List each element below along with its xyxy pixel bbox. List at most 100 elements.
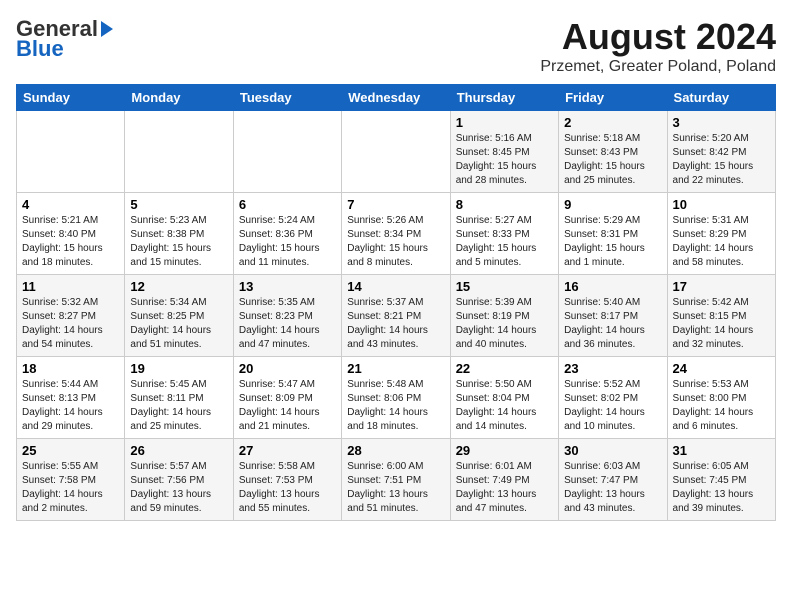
day-details: Sunrise: 5:31 AM Sunset: 8:29 PM Dayligh… [673, 214, 770, 270]
calendar-cell: 22 Sunrise: 5:50 AM Sunset: 8:04 PM Dayli… [450, 357, 558, 439]
calendar-week-row: 11 Sunrise: 5:32 AM Sunset: 8:27 PM Dayli… [17, 275, 776, 357]
col-header-saturday: Saturday [667, 85, 775, 111]
calendar-cell: 7Sunrise: 5:26 AM Sunset: 8:34 PM Daylig… [342, 193, 450, 275]
day-details: Sunrise: 5:52 AM Sunset: 8:02 PM Dayligh… [564, 378, 661, 434]
day-number: 29 [456, 443, 553, 458]
month-year-title: August 2024 [540, 16, 776, 58]
calendar-cell: 11 Sunrise: 5:32 AM Sunset: 8:27 PM Dayli… [17, 275, 125, 357]
day-number: 27 [239, 443, 336, 458]
day-number: 12 [130, 279, 227, 294]
calendar-cell: 25 Sunrise: 5:55 AM Sunset: 7:58 PM Dayli… [17, 439, 125, 521]
day-number: 28 [347, 443, 444, 458]
calendar-cell: 10 Sunrise: 5:31 AM Sunset: 8:29 PM Dayli… [667, 193, 775, 275]
calendar-cell: 6 Sunrise: 5:24 AM Sunset: 8:36 PM Daylig… [233, 193, 341, 275]
calendar-cell: 16 Sunrise: 5:40 AM Sunset: 8:17 PM Dayli… [559, 275, 667, 357]
day-number: 3 [673, 115, 770, 130]
day-details: Sunrise: 5:40 AM Sunset: 8:17 PM Dayligh… [564, 296, 661, 352]
title-block: August 2024 Przemet, Greater Poland, Pol… [540, 16, 776, 76]
calendar-cell: 9 Sunrise: 5:29 AM Sunset: 8:31 PM Daylig… [559, 193, 667, 275]
day-details: Sunrise: 5:18 AM Sunset: 8:43 PM Dayligh… [564, 132, 661, 188]
day-details: Sunrise: 5:53 AM Sunset: 8:00 PM Dayligh… [673, 378, 770, 434]
calendar-cell: 5 Sunrise: 5:23 AM Sunset: 8:38 PM Daylig… [125, 193, 233, 275]
day-details: Sunrise: 5:42 AM Sunset: 8:15 PM Dayligh… [673, 296, 770, 352]
day-details: Sunrise: 5:27 AM Sunset: 8:33 PM Dayligh… [456, 214, 553, 270]
day-number: 22 [456, 361, 553, 376]
logo-arrow-icon [99, 19, 115, 39]
day-number: 4 [22, 197, 119, 212]
day-details: Sunrise: 5:44 AM Sunset: 8:13 PM Dayligh… [22, 378, 119, 434]
day-details: Sunrise: 6:03 AM Sunset: 7:47 PM Dayligh… [564, 460, 661, 516]
day-number: 26 [130, 443, 227, 458]
day-number: 5 [130, 197, 227, 212]
calendar-week-row: 18 Sunrise: 5:44 AM Sunset: 8:13 PM Dayli… [17, 357, 776, 439]
day-number: 10 [673, 197, 770, 212]
day-details: Sunrise: 5:48 AM Sunset: 8:06 PM Dayligh… [347, 378, 444, 434]
day-number: 9 [564, 197, 661, 212]
day-details: Sunrise: 5:57 AM Sunset: 7:56 PM Dayligh… [130, 460, 227, 516]
day-number: 8 [456, 197, 553, 212]
calendar-cell: 2Sunrise: 5:18 AM Sunset: 8:43 PM Daylig… [559, 111, 667, 193]
day-details: Sunrise: 6:01 AM Sunset: 7:49 PM Dayligh… [456, 460, 553, 516]
col-header-thursday: Thursday [450, 85, 558, 111]
day-number: 7 [347, 197, 444, 212]
calendar-cell [17, 111, 125, 193]
day-details: Sunrise: 5:29 AM Sunset: 8:31 PM Dayligh… [564, 214, 661, 270]
day-details: Sunrise: 5:32 AM Sunset: 8:27 PM Dayligh… [22, 296, 119, 352]
calendar-cell [125, 111, 233, 193]
day-details: Sunrise: 5:24 AM Sunset: 8:36 PM Dayligh… [239, 214, 336, 270]
day-number: 24 [673, 361, 770, 376]
calendar-cell: 29 Sunrise: 6:01 AM Sunset: 7:49 PM Dayli… [450, 439, 558, 521]
day-number: 16 [564, 279, 661, 294]
calendar-cell: 27 Sunrise: 5:58 AM Sunset: 7:53 PM Dayli… [233, 439, 341, 521]
col-header-monday: Monday [125, 85, 233, 111]
calendar-table: SundayMondayTuesdayWednesdayThursdayFrid… [16, 84, 776, 521]
day-number: 17 [673, 279, 770, 294]
calendar-cell: 21 Sunrise: 5:48 AM Sunset: 8:06 PM Dayli… [342, 357, 450, 439]
day-number: 6 [239, 197, 336, 212]
calendar-cell: 28 Sunrise: 6:00 AM Sunset: 7:51 PM Dayli… [342, 439, 450, 521]
day-number: 21 [347, 361, 444, 376]
calendar-week-row: 1Sunrise: 5:16 AM Sunset: 8:45 PM Daylig… [17, 111, 776, 193]
calendar-cell: 31 Sunrise: 6:05 AM Sunset: 7:45 PM Dayli… [667, 439, 775, 521]
day-number: 14 [347, 279, 444, 294]
col-header-tuesday: Tuesday [233, 85, 341, 111]
day-details: Sunrise: 5:55 AM Sunset: 7:58 PM Dayligh… [22, 460, 119, 516]
day-number: 31 [673, 443, 770, 458]
logo: General Blue [16, 16, 116, 62]
calendar-cell: 26 Sunrise: 5:57 AM Sunset: 7:56 PM Dayli… [125, 439, 233, 521]
day-details: Sunrise: 5:39 AM Sunset: 8:19 PM Dayligh… [456, 296, 553, 352]
day-number: 30 [564, 443, 661, 458]
calendar-cell: 19 Sunrise: 5:45 AM Sunset: 8:11 PM Dayli… [125, 357, 233, 439]
calendar-cell [233, 111, 341, 193]
calendar-cell: 3 Sunrise: 5:20 AM Sunset: 8:42 PM Daylig… [667, 111, 775, 193]
calendar-cell: 14 Sunrise: 5:37 AM Sunset: 8:21 PM Dayli… [342, 275, 450, 357]
calendar-cell: 8 Sunrise: 5:27 AM Sunset: 8:33 PM Daylig… [450, 193, 558, 275]
day-number: 25 [22, 443, 119, 458]
day-details: Sunrise: 5:45 AM Sunset: 8:11 PM Dayligh… [130, 378, 227, 434]
col-header-sunday: Sunday [17, 85, 125, 111]
day-details: Sunrise: 5:37 AM Sunset: 8:21 PM Dayligh… [347, 296, 444, 352]
day-details: Sunrise: 5:23 AM Sunset: 8:38 PM Dayligh… [130, 214, 227, 270]
day-details: Sunrise: 5:50 AM Sunset: 8:04 PM Dayligh… [456, 378, 553, 434]
day-number: 19 [130, 361, 227, 376]
calendar-header-row: SundayMondayTuesdayWednesdayThursdayFrid… [17, 85, 776, 111]
day-details: Sunrise: 5:20 AM Sunset: 8:42 PM Dayligh… [673, 132, 770, 188]
calendar-week-row: 4 Sunrise: 5:21 AM Sunset: 8:40 PM Daylig… [17, 193, 776, 275]
day-number: 23 [564, 361, 661, 376]
day-details: Sunrise: 5:35 AM Sunset: 8:23 PM Dayligh… [239, 296, 336, 352]
day-number: 18 [22, 361, 119, 376]
calendar-cell: 23 Sunrise: 5:52 AM Sunset: 8:02 PM Dayli… [559, 357, 667, 439]
day-details: Sunrise: 5:34 AM Sunset: 8:25 PM Dayligh… [130, 296, 227, 352]
day-details: Sunrise: 5:16 AM Sunset: 8:45 PM Dayligh… [456, 132, 553, 188]
calendar-cell: 17 Sunrise: 5:42 AM Sunset: 8:15 PM Dayli… [667, 275, 775, 357]
calendar-cell: 24 Sunrise: 5:53 AM Sunset: 8:00 PM Dayli… [667, 357, 775, 439]
day-details: Sunrise: 5:21 AM Sunset: 8:40 PM Dayligh… [22, 214, 119, 270]
page-header: General Blue August 2024 Przemet, Greate… [16, 16, 776, 76]
calendar-cell [342, 111, 450, 193]
day-number: 13 [239, 279, 336, 294]
day-details: Sunrise: 5:58 AM Sunset: 7:53 PM Dayligh… [239, 460, 336, 516]
col-header-wednesday: Wednesday [342, 85, 450, 111]
day-details: Sunrise: 6:00 AM Sunset: 7:51 PM Dayligh… [347, 460, 444, 516]
day-number: 11 [22, 279, 119, 294]
day-details: Sunrise: 6:05 AM Sunset: 7:45 PM Dayligh… [673, 460, 770, 516]
